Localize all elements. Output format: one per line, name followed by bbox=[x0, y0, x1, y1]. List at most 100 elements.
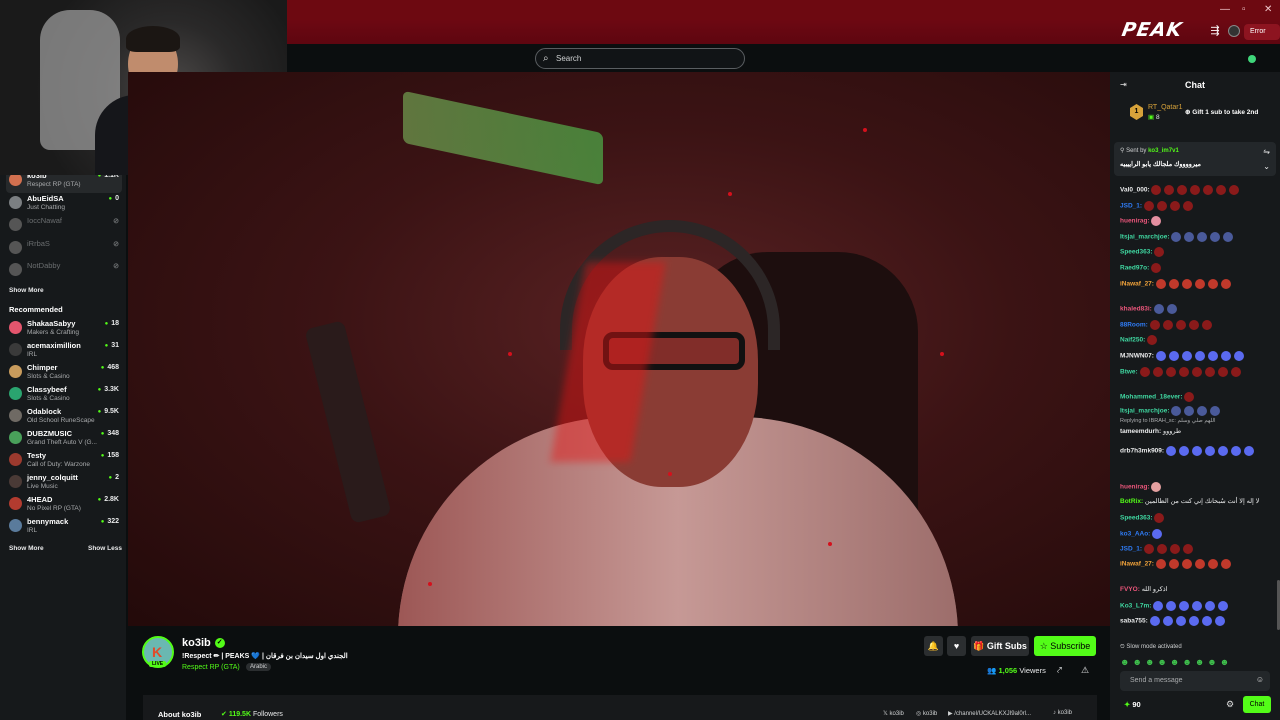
show-more-following[interactable]: Show More bbox=[9, 287, 44, 294]
emote-icon[interactable] bbox=[1166, 601, 1177, 611]
sidebar-channel-classybeef[interactable]: ClassybeefSlots & Casino 3.3K bbox=[6, 385, 122, 407]
chat-message[interactable]: saba755: bbox=[1120, 616, 1228, 626]
chat-username[interactable]: Btwe: bbox=[1120, 369, 1138, 376]
emote-icon[interactable] bbox=[1181, 559, 1192, 569]
emote-icon[interactable] bbox=[1139, 367, 1150, 377]
chat-message[interactable]: JSD_1: bbox=[1120, 544, 1196, 554]
emote-icon[interactable] bbox=[1210, 406, 1221, 416]
chat-message[interactable]: MJNWN07: bbox=[1120, 351, 1247, 361]
emote-icon[interactable] bbox=[1201, 320, 1212, 330]
stream-category[interactable]: Respect RP (GTA) bbox=[182, 664, 240, 671]
emote-icon[interactable] bbox=[1168, 351, 1179, 361]
sidebar-channel-4head[interactable]: 4HEADNo Pixel RP (GTA) 2.8K bbox=[6, 495, 122, 517]
chat-message[interactable]: huenirag: bbox=[1120, 482, 1164, 492]
emote-icon[interactable] bbox=[1230, 367, 1241, 377]
emote-icon[interactable] bbox=[1162, 616, 1173, 626]
chat-username[interactable]: Speed363: bbox=[1120, 249, 1153, 256]
emote-icon[interactable] bbox=[1169, 201, 1180, 211]
emote-icon[interactable] bbox=[1171, 406, 1182, 416]
emote-icon[interactable] bbox=[1194, 279, 1205, 289]
emote-icon[interactable] bbox=[1165, 367, 1176, 377]
emote-icon[interactable] bbox=[1178, 446, 1189, 456]
heart-icon[interactable]: ♥ bbox=[947, 636, 966, 656]
emote-icon[interactable] bbox=[1194, 351, 1205, 361]
chat-message[interactable]: ko3_AAo: bbox=[1120, 529, 1165, 539]
emote-icon[interactable] bbox=[1203, 185, 1214, 195]
emote-icon[interactable] bbox=[1143, 544, 1154, 554]
close-icon[interactable]: ✕ bbox=[1264, 4, 1272, 15]
sidebar-channel-abueidsa[interactable]: AbuEidSAJust Chatting 0 bbox=[6, 194, 122, 216]
gift-leaderboard[interactable]: 1 RT_Qatar1 ▣ 8 ⊕ Gift 1 sub to take 2nd bbox=[1110, 100, 1280, 126]
social-x[interactable]: 𝕏 ko3ib bbox=[883, 710, 904, 717]
user-avatar[interactable] bbox=[1228, 25, 1240, 37]
maximize-icon[interactable]: ▫ bbox=[1242, 4, 1246, 15]
emote-icon[interactable] bbox=[1184, 406, 1195, 416]
report-icon[interactable]: ⚠ bbox=[1081, 665, 1089, 676]
chat-username[interactable]: huenirag: bbox=[1120, 218, 1150, 225]
sidebar-channel-jenny_colquitt[interactable]: jenny_colquittLive Music 2 bbox=[6, 473, 122, 495]
pinned-message[interactable]: ⚲ Sent by ko3_im7v1 ميرووووك ملجالك يابو… bbox=[1114, 142, 1276, 176]
chat-message[interactable]: drb7h3mk909: bbox=[1120, 446, 1257, 456]
chat-message[interactable]: Btwe: bbox=[1120, 367, 1244, 377]
chat-username[interactable]: JSD_1: bbox=[1120, 203, 1142, 210]
chat-username[interactable]: drb7h3mk909: bbox=[1120, 448, 1164, 455]
emote-icon[interactable] bbox=[1181, 279, 1192, 289]
emote-icon[interactable] bbox=[1182, 544, 1193, 554]
sidebar-channel-dubzmusic[interactable]: DUBZMUSICGrand Theft Auto V (G... 348 bbox=[6, 429, 122, 451]
emote-icon[interactable] bbox=[1197, 406, 1208, 416]
emote-icon[interactable] bbox=[1204, 367, 1215, 377]
chevron-down-icon[interactable]: ⌄ bbox=[1263, 162, 1270, 171]
chat-username[interactable]: huenirag: bbox=[1120, 484, 1150, 491]
emote-icon[interactable] bbox=[1204, 446, 1215, 456]
emote-icon[interactable] bbox=[1218, 601, 1229, 611]
emote-icon[interactable] bbox=[1188, 616, 1199, 626]
emote-icon[interactable] bbox=[1177, 185, 1188, 195]
chat-username[interactable]: FVYO: bbox=[1120, 586, 1140, 593]
emote-icon[interactable] bbox=[1168, 279, 1179, 289]
emote-icon[interactable] bbox=[1149, 616, 1160, 626]
sidebar-channel-notdabby[interactable]: NotDabby ⊘ bbox=[6, 261, 122, 283]
emote-icon[interactable] bbox=[1184, 232, 1195, 242]
chat-username[interactable]: iNawaf_27: bbox=[1120, 561, 1154, 568]
emote-icon[interactable] bbox=[1207, 559, 1218, 569]
chat-message[interactable]: Speed363: bbox=[1120, 513, 1167, 523]
sidebar-channel-ioccnawaf[interactable]: IoccNawaf ⊘ bbox=[6, 216, 122, 238]
sidebar-channel-chimper[interactable]: ChimperSlots & Casino 468 bbox=[6, 363, 122, 385]
emote-icon[interactable] bbox=[1216, 185, 1227, 195]
unpin-icon[interactable]: ⇋ bbox=[1263, 147, 1270, 156]
emote-icon[interactable] bbox=[1197, 232, 1208, 242]
emote-icon[interactable] bbox=[1191, 446, 1202, 456]
chat-message[interactable]: Ko3_L7m: bbox=[1120, 601, 1231, 611]
gift-subs-button[interactable]: 🎁 Gift Subs bbox=[971, 636, 1029, 656]
chat-message[interactable]: Mohammed_18ever: bbox=[1120, 392, 1197, 402]
chat-username[interactable]: Itsjai_marchjoe: bbox=[1120, 408, 1170, 415]
chat-message[interactable]: JSD_1: bbox=[1120, 201, 1196, 211]
chat-message[interactable]: Raed97o: bbox=[1120, 263, 1164, 273]
chat-message[interactable]: iNawaf_27: bbox=[1120, 279, 1234, 289]
emote-icon[interactable] bbox=[1151, 216, 1162, 226]
sidebar-channel-acemaximillion[interactable]: acemaximillionIRL 31 bbox=[6, 341, 122, 363]
bell-icon[interactable]: 🔔 bbox=[924, 636, 943, 656]
chat-username[interactable]: 88Room: bbox=[1120, 322, 1148, 329]
chat-message[interactable]: huenirag: bbox=[1120, 216, 1164, 226]
chat-message[interactable]: khaled83i: bbox=[1120, 304, 1180, 314]
emoji-icon[interactable]: ☺ bbox=[1256, 675, 1264, 684]
emote-icon[interactable] bbox=[1217, 446, 1228, 456]
social-tiktok[interactable]: ♪ ko3ib bbox=[1053, 710, 1072, 716]
sidebar-channel-irrbas[interactable]: iRrbaS ⊘ bbox=[6, 239, 122, 261]
emote-icon[interactable] bbox=[1164, 185, 1175, 195]
sidebar-channel-testy[interactable]: TestyCall of Duty: Warzone 158 bbox=[6, 451, 122, 473]
emote-icon[interactable] bbox=[1214, 616, 1225, 626]
emote-icon[interactable] bbox=[1154, 247, 1165, 257]
emote-icon[interactable] bbox=[1155, 559, 1166, 569]
chat-username[interactable]: tameemdurh: bbox=[1120, 428, 1161, 435]
emote-icon[interactable] bbox=[1166, 304, 1177, 314]
status-dot-icon[interactable] bbox=[1248, 55, 1256, 63]
emote-icon[interactable] bbox=[1179, 601, 1190, 611]
chat-username[interactable]: JSD_1: bbox=[1120, 546, 1142, 553]
sidebar-channel-shakaasabyy[interactable]: ShakaaSabyyMakers & Crafting 18 bbox=[6, 319, 122, 341]
chat-message[interactable]: Speed363: bbox=[1120, 247, 1167, 257]
show-less-recommended[interactable]: Show Less bbox=[88, 545, 122, 552]
chat-message[interactable]: tameemdurh: طرووو bbox=[1120, 427, 1181, 435]
chat-message[interactable]: Itsjai_marchjoe: bbox=[1120, 406, 1223, 416]
